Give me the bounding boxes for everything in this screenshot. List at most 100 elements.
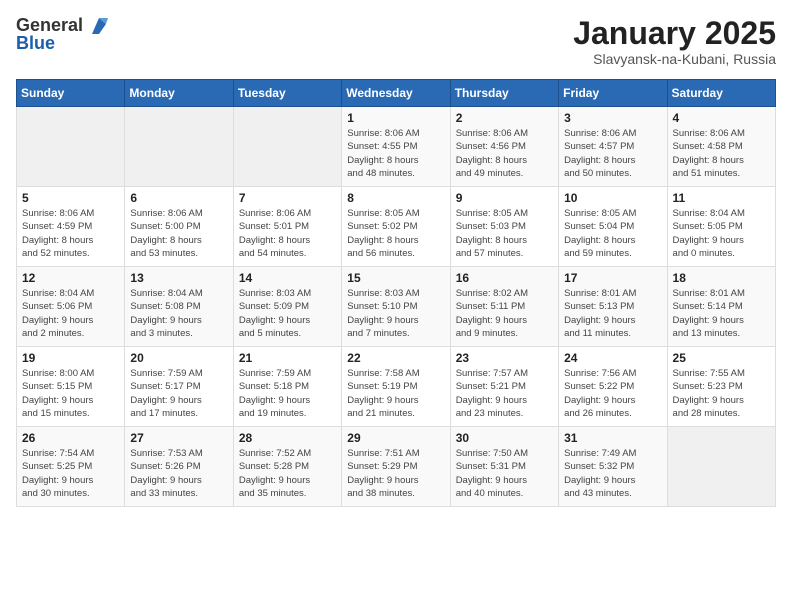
day-info: Sunrise: 8:06 AM Sunset: 4:57 PM Dayligh… — [564, 127, 661, 180]
day-number: 5 — [22, 191, 119, 205]
calendar-cell: 18 Sunrise: 8:01 AM Sunset: 5:14 PM Dayli… — [667, 267, 775, 347]
day-number: 26 — [22, 431, 119, 445]
day-number: 29 — [347, 431, 444, 445]
calendar-week-5: 26 Sunrise: 7:54 AM Sunset: 5:25 PM Dayli… — [17, 427, 776, 507]
calendar-week-1: 1 Sunrise: 8:06 AM Sunset: 4:55 PM Daylig… — [17, 107, 776, 187]
weekday-header-thursday: Thursday — [450, 80, 558, 107]
day-number: 4 — [673, 111, 770, 125]
day-info: Sunrise: 7:52 AM Sunset: 5:28 PM Dayligh… — [239, 447, 336, 500]
day-info: Sunrise: 8:04 AM Sunset: 5:05 PM Dayligh… — [673, 207, 770, 260]
day-number: 15 — [347, 271, 444, 285]
day-info: Sunrise: 8:06 AM Sunset: 4:55 PM Dayligh… — [347, 127, 444, 180]
day-info: Sunrise: 8:04 AM Sunset: 5:08 PM Dayligh… — [130, 287, 227, 340]
day-number: 11 — [673, 191, 770, 205]
day-info: Sunrise: 7:59 AM Sunset: 5:17 PM Dayligh… — [130, 367, 227, 420]
day-number: 13 — [130, 271, 227, 285]
day-number: 8 — [347, 191, 444, 205]
calendar-cell: 26 Sunrise: 7:54 AM Sunset: 5:25 PM Dayli… — [17, 427, 125, 507]
day-info: Sunrise: 7:53 AM Sunset: 5:26 PM Dayligh… — [130, 447, 227, 500]
day-info: Sunrise: 8:06 AM Sunset: 4:56 PM Dayligh… — [456, 127, 553, 180]
day-info: Sunrise: 7:50 AM Sunset: 5:31 PM Dayligh… — [456, 447, 553, 500]
calendar-week-3: 12 Sunrise: 8:04 AM Sunset: 5:06 PM Dayli… — [17, 267, 776, 347]
calendar-cell — [233, 107, 341, 187]
calendar-cell: 2 Sunrise: 8:06 AM Sunset: 4:56 PM Daylig… — [450, 107, 558, 187]
calendar-cell: 10 Sunrise: 8:05 AM Sunset: 5:04 PM Dayli… — [559, 187, 667, 267]
day-number: 28 — [239, 431, 336, 445]
calendar-cell: 16 Sunrise: 8:02 AM Sunset: 5:11 PM Dayli… — [450, 267, 558, 347]
day-number: 31 — [564, 431, 661, 445]
day-info: Sunrise: 8:06 AM Sunset: 5:01 PM Dayligh… — [239, 207, 336, 260]
calendar-cell: 28 Sunrise: 7:52 AM Sunset: 5:28 PM Dayli… — [233, 427, 341, 507]
calendar-cell: 14 Sunrise: 8:03 AM Sunset: 5:09 PM Dayli… — [233, 267, 341, 347]
day-number: 14 — [239, 271, 336, 285]
day-number: 12 — [22, 271, 119, 285]
calendar-cell: 17Sunrise: 8:01 AM Sunset: 5:13 PM Dayli… — [559, 267, 667, 347]
day-number: 1 — [347, 111, 444, 125]
day-info: Sunrise: 8:04 AM Sunset: 5:06 PM Dayligh… — [22, 287, 119, 340]
calendar-cell: 9 Sunrise: 8:05 AM Sunset: 5:03 PM Daylig… — [450, 187, 558, 267]
day-info: Sunrise: 8:06 AM Sunset: 4:59 PM Dayligh… — [22, 207, 119, 260]
weekday-header-tuesday: Tuesday — [233, 80, 341, 107]
calendar-cell: 21 Sunrise: 7:59 AM Sunset: 5:18 PM Dayli… — [233, 347, 341, 427]
day-number: 23 — [456, 351, 553, 365]
day-number: 21 — [239, 351, 336, 365]
calendar-cell: 29 Sunrise: 7:51 AM Sunset: 5:29 PM Dayli… — [342, 427, 450, 507]
calendar-cell: 24Sunrise: 7:56 AM Sunset: 5:22 PM Dayli… — [559, 347, 667, 427]
day-info: Sunrise: 8:00 AM Sunset: 5:15 PM Dayligh… — [22, 367, 119, 420]
day-info: Sunrise: 8:02 AM Sunset: 5:11 PM Dayligh… — [456, 287, 553, 340]
calendar-cell: 20 Sunrise: 7:59 AM Sunset: 5:17 PM Dayli… — [125, 347, 233, 427]
calendar-cell: 8 Sunrise: 8:05 AM Sunset: 5:02 PM Daylig… — [342, 187, 450, 267]
weekday-header-monday: Monday — [125, 80, 233, 107]
calendar-cell: 31 Sunrise: 7:49 AM Sunset: 5:32 PM Dayli… — [559, 427, 667, 507]
calendar-cell: 22Sunrise: 7:58 AM Sunset: 5:19 PM Dayli… — [342, 347, 450, 427]
day-number: 17 — [564, 271, 661, 285]
day-info: Sunrise: 7:54 AM Sunset: 5:25 PM Dayligh… — [22, 447, 119, 500]
day-number: 25 — [673, 351, 770, 365]
calendar-cell: 25 Sunrise: 7:55 AM Sunset: 5:23 PM Dayli… — [667, 347, 775, 427]
day-number: 7 — [239, 191, 336, 205]
day-number: 18 — [673, 271, 770, 285]
day-number: 9 — [456, 191, 553, 205]
logo-general: General — [16, 15, 83, 35]
day-info: Sunrise: 7:49 AM Sunset: 5:32 PM Dayligh… — [564, 447, 661, 500]
calendar-cell: 30 Sunrise: 7:50 AM Sunset: 5:31 PM Dayli… — [450, 427, 558, 507]
day-info: Sunrise: 7:57 AM Sunset: 5:21 PM Dayligh… — [456, 367, 553, 420]
day-info: Sunrise: 8:03 AM Sunset: 5:10 PM Dayligh… — [347, 287, 444, 340]
calendar-cell: 7 Sunrise: 8:06 AM Sunset: 5:01 PM Daylig… — [233, 187, 341, 267]
calendar-cell: 11 Sunrise: 8:04 AM Sunset: 5:05 PM Dayli… — [667, 187, 775, 267]
day-info: Sunrise: 8:03 AM Sunset: 5:09 PM Dayligh… — [239, 287, 336, 340]
day-number: 10 — [564, 191, 661, 205]
day-info: Sunrise: 8:05 AM Sunset: 5:04 PM Dayligh… — [564, 207, 661, 260]
calendar-cell — [17, 107, 125, 187]
logo-icon — [90, 16, 108, 36]
day-number: 2 — [456, 111, 553, 125]
calendar-cell — [667, 427, 775, 507]
day-info: Sunrise: 8:01 AM Sunset: 5:14 PM Dayligh… — [673, 287, 770, 340]
calendar-cell: 15 Sunrise: 8:03 AM Sunset: 5:10 PM Dayli… — [342, 267, 450, 347]
calendar-table: SundayMondayTuesdayWednesdayThursdayFrid… — [16, 79, 776, 507]
title-block: January 2025 Slavyansk-na-Kubani, Russia — [573, 16, 776, 67]
weekday-header-sunday: Sunday — [17, 80, 125, 107]
day-info: Sunrise: 8:05 AM Sunset: 5:03 PM Dayligh… — [456, 207, 553, 260]
day-number: 3 — [564, 111, 661, 125]
day-info: Sunrise: 8:05 AM Sunset: 5:02 PM Dayligh… — [347, 207, 444, 260]
calendar-week-4: 19Sunrise: 8:00 AM Sunset: 5:15 PM Dayli… — [17, 347, 776, 427]
logo-blue: Blue — [16, 33, 55, 53]
weekday-header-saturday: Saturday — [667, 80, 775, 107]
day-info: Sunrise: 7:59 AM Sunset: 5:18 PM Dayligh… — [239, 367, 336, 420]
day-info: Sunrise: 7:55 AM Sunset: 5:23 PM Dayligh… — [673, 367, 770, 420]
day-number: 16 — [456, 271, 553, 285]
day-info: Sunrise: 7:51 AM Sunset: 5:29 PM Dayligh… — [347, 447, 444, 500]
day-info: Sunrise: 8:06 AM Sunset: 4:58 PM Dayligh… — [673, 127, 770, 180]
calendar-cell: 23 Sunrise: 7:57 AM Sunset: 5:21 PM Dayli… — [450, 347, 558, 427]
weekday-header-row: SundayMondayTuesdayWednesdayThursdayFrid… — [17, 80, 776, 107]
day-number: 30 — [456, 431, 553, 445]
calendar-cell: 6Sunrise: 8:06 AM Sunset: 5:00 PM Daylig… — [125, 187, 233, 267]
page-header: General Blue January 2025 Slavyansk-na-K… — [16, 16, 776, 67]
calendar-week-2: 5 Sunrise: 8:06 AM Sunset: 4:59 PM Daylig… — [17, 187, 776, 267]
day-number: 20 — [130, 351, 227, 365]
calendar-cell: 5 Sunrise: 8:06 AM Sunset: 4:59 PM Daylig… — [17, 187, 125, 267]
calendar-cell — [125, 107, 233, 187]
calendar-cell: 3 Sunrise: 8:06 AM Sunset: 4:57 PM Daylig… — [559, 107, 667, 187]
day-info: Sunrise: 8:06 AM Sunset: 5:00 PM Dayligh… — [130, 207, 227, 260]
